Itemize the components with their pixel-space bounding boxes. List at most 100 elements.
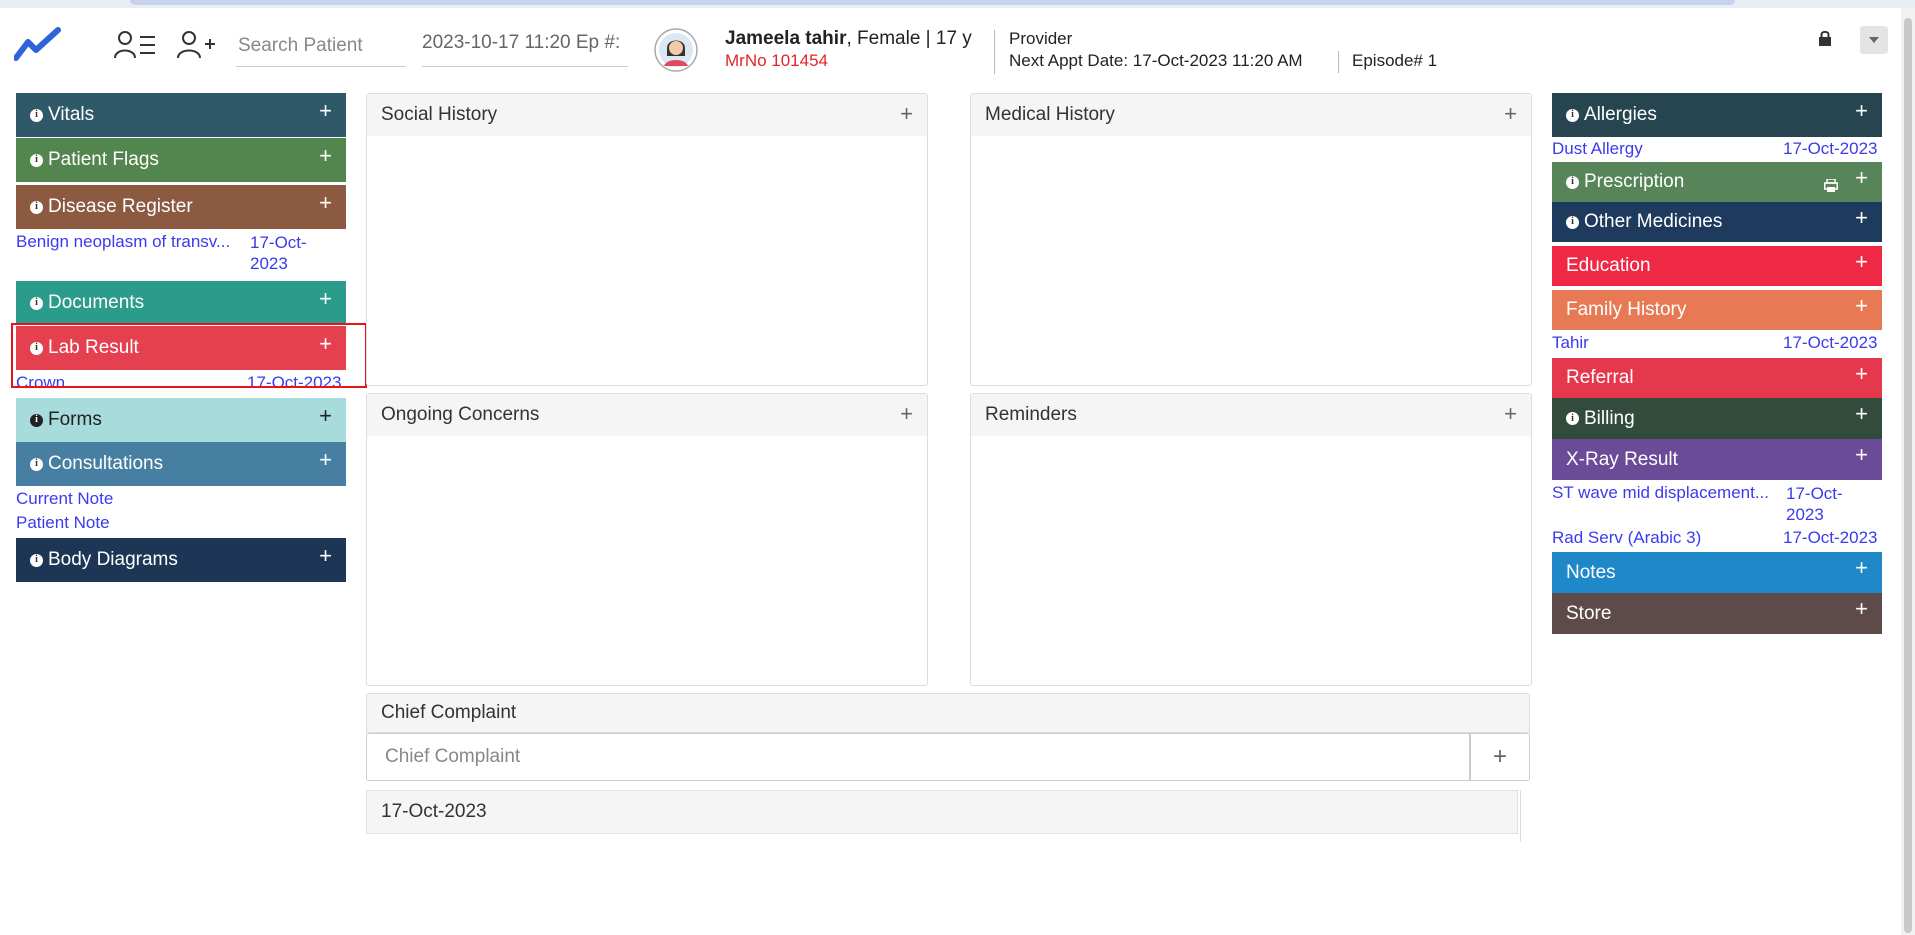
panel-billing[interactable]: i Billing + xyxy=(1552,398,1882,439)
panel-title: Education xyxy=(1566,255,1651,276)
item-label[interactable]: Rad Serv (Arabic 3) xyxy=(1552,528,1701,548)
add-icon[interactable]: + xyxy=(319,545,332,567)
item-label[interactable]: Tahir xyxy=(1552,333,1589,353)
add-icon[interactable]: + xyxy=(1855,557,1868,579)
info-icon[interactable]: i xyxy=(30,341,43,355)
add-icon[interactable]: + xyxy=(1855,598,1868,620)
info-icon[interactable]: i xyxy=(30,457,43,471)
item-date: 17-Oct-2023 xyxy=(250,233,307,273)
add-icon[interactable]: + xyxy=(900,101,913,127)
add-icon[interactable]: + xyxy=(900,401,913,427)
panel-education[interactable]: Education + xyxy=(1552,246,1882,286)
add-icon[interactable]: + xyxy=(319,100,332,122)
item-date: 17-Oct-2023 xyxy=(1783,139,1878,158)
chief-complaint-input[interactable] xyxy=(366,733,1470,781)
info-icon[interactable]: i xyxy=(30,108,43,122)
add-icon[interactable]: + xyxy=(319,333,332,355)
info-icon[interactable]: i xyxy=(30,413,43,427)
info-icon[interactable]: i xyxy=(1566,108,1579,122)
panel-documents[interactable]: i Documents + xyxy=(16,281,346,325)
patient-gender-age: , Female | 17 y xyxy=(846,28,972,49)
panel-prescription[interactable]: i Prescription + xyxy=(1552,162,1882,202)
page-scrollbar[interactable] xyxy=(1901,8,1915,935)
add-icon[interactable]: + xyxy=(319,449,332,471)
info-icon[interactable]: i xyxy=(1566,215,1579,229)
scrollbar-thumb[interactable] xyxy=(1904,18,1912,933)
panel-vitals[interactable]: i Vitals + xyxy=(16,93,346,137)
add-icon[interactable]: + xyxy=(1855,167,1868,189)
card-ongoing-concerns: Ongoing Concerns + xyxy=(366,393,928,686)
info-icon[interactable]: i xyxy=(1566,175,1579,189)
print-icon[interactable] xyxy=(1824,176,1838,198)
add-chief-complaint-button[interactable]: + xyxy=(1470,733,1530,781)
panel-title: Family History xyxy=(1566,299,1687,320)
episode-number: Episode# 1 xyxy=(1352,51,1438,70)
panel-referral[interactable]: Referral + xyxy=(1552,358,1882,398)
panel-family-history[interactable]: Family History + xyxy=(1552,290,1882,330)
item-label[interactable]: Crown xyxy=(16,373,65,393)
provider-label: Provider xyxy=(1009,29,1073,48)
search-patient-input[interactable] xyxy=(236,26,406,67)
item-label[interactable]: Dust Allergy xyxy=(1552,139,1643,159)
patient-list-icon[interactable] xyxy=(113,28,157,67)
panel-xray-result[interactable]: X-Ray Result + xyxy=(1552,439,1882,480)
patient-name: Jameela tahir xyxy=(725,28,847,49)
lock-icon[interactable] xyxy=(1818,30,1832,51)
add-icon[interactable]: + xyxy=(319,192,332,214)
panel-allergies[interactable]: i Allergies + xyxy=(1552,93,1882,137)
episode-datetime-field[interactable]: 2023-10-17 11:20 Ep #: xyxy=(422,26,628,67)
header-dropdown-button[interactable] xyxy=(1860,26,1888,54)
add-icon[interactable]: + xyxy=(1855,444,1868,466)
panel-disease-register[interactable]: i Disease Register + xyxy=(16,185,346,229)
add-patient-icon[interactable] xyxy=(176,28,216,67)
divider xyxy=(1520,790,1521,842)
panel-lab-result[interactable]: i Lab Result + xyxy=(16,326,346,370)
add-icon[interactable]: + xyxy=(1855,207,1868,229)
family-history-item[interactable]: Tahir 17-Oct-2023 xyxy=(1552,330,1882,356)
panel-title: X-Ray Result xyxy=(1566,448,1678,470)
add-icon[interactable]: + xyxy=(1855,363,1868,385)
left-sidebar: i Vitals + i Patient Flags + i Disease Regist… xyxy=(16,93,346,582)
disease-register-item[interactable]: Benign neoplasm of transv... 17-Oct- 2023 xyxy=(16,229,346,277)
info-icon[interactable]: i xyxy=(1566,412,1579,425)
panel-body-diagrams[interactable]: i Body Diagrams + xyxy=(16,538,346,582)
add-icon[interactable]: + xyxy=(1504,401,1517,427)
encounter-date-band[interactable]: 17-Oct-2023 xyxy=(366,790,1518,834)
panel-forms[interactable]: i Forms + xyxy=(16,398,346,442)
info-icon[interactable]: i xyxy=(30,200,43,214)
add-icon[interactable]: + xyxy=(319,145,332,167)
panel-title: Referral xyxy=(1566,367,1634,388)
card-reminders: Reminders + xyxy=(970,393,1532,686)
xray-item[interactable]: ST wave mid displacement... 17-Oct- 2023 xyxy=(1552,480,1882,526)
panel-title: Body Diagrams xyxy=(48,549,178,570)
info-icon[interactable]: i xyxy=(30,153,43,167)
info-icon[interactable]: i xyxy=(30,296,43,310)
panel-notes[interactable]: Notes + xyxy=(1552,552,1882,593)
panel-patient-flags[interactable]: i Patient Flags + xyxy=(16,138,346,182)
add-icon[interactable]: + xyxy=(1855,403,1868,425)
app-logo-icon[interactable] xyxy=(13,26,62,67)
item-date: 17-Oct-2023 xyxy=(1786,484,1843,524)
card-header: Ongoing Concerns + xyxy=(367,394,927,436)
item-label[interactable]: ST wave mid displacement... xyxy=(1552,483,1769,503)
add-icon[interactable]: + xyxy=(1855,251,1868,273)
consultation-item[interactable]: Patient Note xyxy=(16,510,346,534)
xray-item[interactable]: Rad Serv (Arabic 3) 17-Oct-2023 xyxy=(1552,526,1882,550)
browser-top-strip xyxy=(0,0,1915,8)
item-label[interactable]: Benign neoplasm of transv... xyxy=(16,232,230,252)
add-icon[interactable]: + xyxy=(1855,295,1868,317)
add-icon[interactable]: + xyxy=(319,405,332,427)
panel-store[interactable]: Store + xyxy=(1552,593,1882,634)
add-icon[interactable]: + xyxy=(1504,101,1517,127)
consultation-item[interactable]: Current Note xyxy=(16,486,346,510)
patient-avatar xyxy=(654,28,698,72)
panel-title: Vitals xyxy=(48,104,95,125)
panel-other-medicines[interactable]: i Other Medicines + xyxy=(1552,202,1882,242)
lab-result-item[interactable]: Crown 17-Oct-2023 xyxy=(16,370,346,396)
add-icon[interactable]: + xyxy=(319,288,332,310)
add-icon[interactable]: + xyxy=(1855,100,1868,122)
info-icon[interactable]: i xyxy=(30,553,43,567)
allergy-item[interactable]: Dust Allergy 17-Oct-2023 xyxy=(1552,137,1882,161)
panel-consultations[interactable]: i Consultations + xyxy=(16,442,346,486)
card-title: Social History xyxy=(381,104,498,125)
